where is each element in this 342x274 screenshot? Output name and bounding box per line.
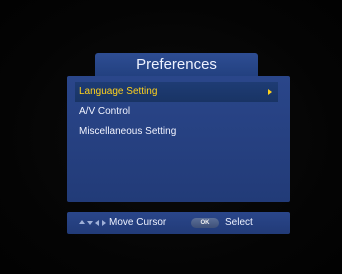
page-title: Preferences	[95, 53, 258, 77]
tv-screen: Preferences Language Setting A/V Control…	[0, 0, 342, 274]
preferences-menu-panel: Language Setting A/V Control Miscellaneo…	[67, 76, 290, 202]
menu-item-label: Miscellaneous Setting	[79, 126, 177, 137]
submenu-arrow-icon	[268, 89, 272, 95]
navigation-arrows	[79, 219, 113, 227]
menu-item-label: Language Setting	[79, 86, 158, 97]
menu-item-label: A/V Control	[79, 106, 131, 117]
select-hint: Select	[225, 217, 253, 228]
preferences-menu: Language Setting A/V Control Miscellaneo…	[75, 82, 278, 142]
menu-item-av-control[interactable]: A/V Control	[75, 102, 278, 122]
arrow-down-icon	[87, 221, 93, 225]
arrow-right-icon	[102, 220, 106, 226]
help-bar: Move Cursor OK Select	[67, 212, 290, 234]
move-cursor-hint: Move Cursor	[109, 217, 167, 228]
arrow-up-icon	[79, 220, 85, 224]
ok-key-icon: OK	[191, 218, 219, 228]
menu-item-miscellaneous-setting[interactable]: Miscellaneous Setting	[75, 122, 278, 142]
menu-item-language-setting[interactable]: Language Setting	[75, 82, 278, 102]
arrow-left-icon	[95, 220, 99, 226]
